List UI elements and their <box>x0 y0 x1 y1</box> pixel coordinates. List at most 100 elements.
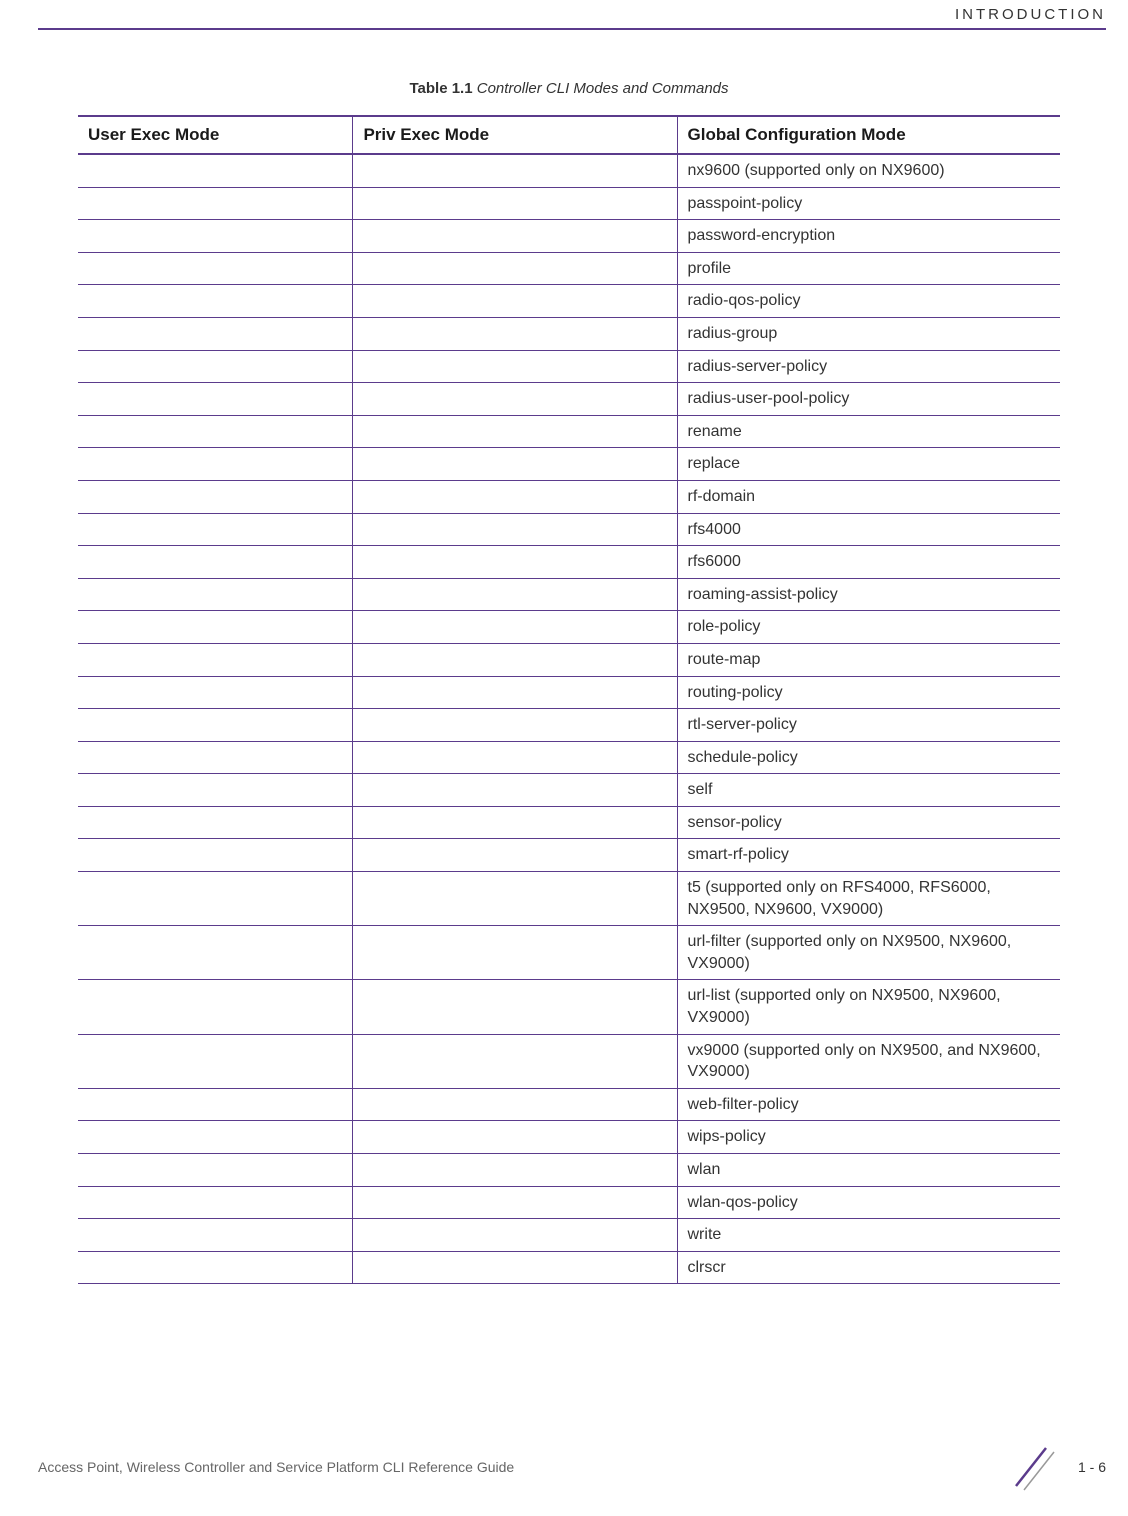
cell-priv-exec <box>353 480 677 513</box>
footer-right-group: 1 - 6 <box>1006 1442 1106 1492</box>
cell-user-exec <box>78 872 353 926</box>
cell-priv-exec <box>353 709 677 742</box>
table-row: wlan-qos-policy <box>78 1186 1060 1219</box>
cell-priv-exec <box>353 1186 677 1219</box>
cell-user-exec <box>78 709 353 742</box>
table-row: nx9600 (supported only on NX9600) <box>78 154 1060 187</box>
cell-global-config: password-encryption <box>677 220 1060 253</box>
table-row: self <box>78 774 1060 807</box>
cell-global-config: url-list (supported only on NX9500, NX96… <box>677 980 1060 1034</box>
cell-global-config: rename <box>677 415 1060 448</box>
table-header-row: User Exec Mode Priv Exec Mode Global Con… <box>78 116 1060 154</box>
cell-priv-exec <box>353 1154 677 1187</box>
cell-priv-exec <box>353 220 677 253</box>
cell-global-config: replace <box>677 448 1060 481</box>
cell-global-config: routing-policy <box>677 676 1060 709</box>
cell-user-exec <box>78 187 353 220</box>
cell-user-exec <box>78 252 353 285</box>
cell-priv-exec <box>353 741 677 774</box>
cell-user-exec <box>78 676 353 709</box>
table-row: radio-qos-policy <box>78 285 1060 318</box>
cell-priv-exec <box>353 1219 677 1252</box>
cell-user-exec <box>78 350 353 383</box>
table-row: roaming-assist-policy <box>78 578 1060 611</box>
cell-user-exec <box>78 611 353 644</box>
cell-global-config: profile <box>677 252 1060 285</box>
cell-user-exec <box>78 839 353 872</box>
cell-priv-exec <box>353 872 677 926</box>
table-row: clrscr <box>78 1251 1060 1284</box>
cell-global-config: wlan <box>677 1154 1060 1187</box>
cell-priv-exec <box>353 1251 677 1284</box>
cell-user-exec <box>78 513 353 546</box>
cell-priv-exec <box>353 448 677 481</box>
cell-user-exec <box>78 1219 353 1252</box>
cell-priv-exec <box>353 980 677 1034</box>
cell-priv-exec <box>353 187 677 220</box>
cell-global-config: rfs6000 <box>677 546 1060 579</box>
cell-global-config: t5 (supported only on RFS4000, RFS6000, … <box>677 872 1060 926</box>
cell-global-config: passpoint-policy <box>677 187 1060 220</box>
cell-global-config: radius-group <box>677 317 1060 350</box>
cell-priv-exec <box>353 415 677 448</box>
table-row: wlan <box>78 1154 1060 1187</box>
cell-user-exec <box>78 220 353 253</box>
cell-priv-exec <box>353 252 677 285</box>
cell-global-config: wips-policy <box>677 1121 1060 1154</box>
cell-priv-exec <box>353 926 677 980</box>
page-content: Table 1.1 Controller CLI Modes and Comma… <box>78 80 1060 1284</box>
table-row: radius-group <box>78 317 1060 350</box>
cell-global-config: radius-user-pool-policy <box>677 383 1060 416</box>
table-caption: Table 1.1 Controller CLI Modes and Comma… <box>78 80 1060 97</box>
table-row: rf-domain <box>78 480 1060 513</box>
cell-global-config: schedule-policy <box>677 741 1060 774</box>
table-row: url-list (supported only on NX9500, NX96… <box>78 980 1060 1034</box>
cell-priv-exec <box>353 513 677 546</box>
cell-user-exec <box>78 578 353 611</box>
cell-priv-exec <box>353 774 677 807</box>
cell-user-exec <box>78 383 353 416</box>
cell-global-config: radius-server-policy <box>677 350 1060 383</box>
cell-user-exec <box>78 480 353 513</box>
cell-global-config: rf-domain <box>677 480 1060 513</box>
cell-global-config: write <box>677 1219 1060 1252</box>
cell-global-config: rfs4000 <box>677 513 1060 546</box>
table-row: wips-policy <box>78 1121 1060 1154</box>
header-section-label: INTRODUCTION <box>955 6 1106 23</box>
cell-user-exec <box>78 1186 353 1219</box>
cell-priv-exec <box>353 317 677 350</box>
cell-priv-exec <box>353 611 677 644</box>
table-title: Controller CLI Modes and Commands <box>477 80 729 97</box>
table-row: vx9000 (supported only on NX9500, and NX… <box>78 1034 1060 1088</box>
table-row: web-filter-policy <box>78 1088 1060 1121</box>
cell-priv-exec <box>353 578 677 611</box>
cell-global-config: wlan-qos-policy <box>677 1186 1060 1219</box>
cell-priv-exec <box>353 839 677 872</box>
table-row: radius-user-pool-policy <box>78 383 1060 416</box>
cell-global-config: web-filter-policy <box>677 1088 1060 1121</box>
cell-user-exec <box>78 415 353 448</box>
table-row: t5 (supported only on RFS4000, RFS6000, … <box>78 872 1060 926</box>
table-row: rfs4000 <box>78 513 1060 546</box>
table-row: radius-server-policy <box>78 350 1060 383</box>
table-row: routing-policy <box>78 676 1060 709</box>
cell-global-config: role-policy <box>677 611 1060 644</box>
table-row: write <box>78 1219 1060 1252</box>
cell-global-config: vx9000 (supported only on NX9500, and NX… <box>677 1034 1060 1088</box>
cell-priv-exec <box>353 350 677 383</box>
cell-priv-exec <box>353 1034 677 1088</box>
cell-user-exec <box>78 774 353 807</box>
cell-user-exec <box>78 448 353 481</box>
table-row: route-map <box>78 643 1060 676</box>
cell-user-exec <box>78 980 353 1034</box>
cell-user-exec <box>78 1154 353 1187</box>
cell-priv-exec <box>353 643 677 676</box>
cell-priv-exec <box>353 154 677 187</box>
cell-user-exec <box>78 154 353 187</box>
cell-global-config: nx9600 (supported only on NX9600) <box>677 154 1060 187</box>
table-row: rename <box>78 415 1060 448</box>
table-row: role-policy <box>78 611 1060 644</box>
cell-user-exec <box>78 741 353 774</box>
table-row: password-encryption <box>78 220 1060 253</box>
cell-global-config: route-map <box>677 643 1060 676</box>
